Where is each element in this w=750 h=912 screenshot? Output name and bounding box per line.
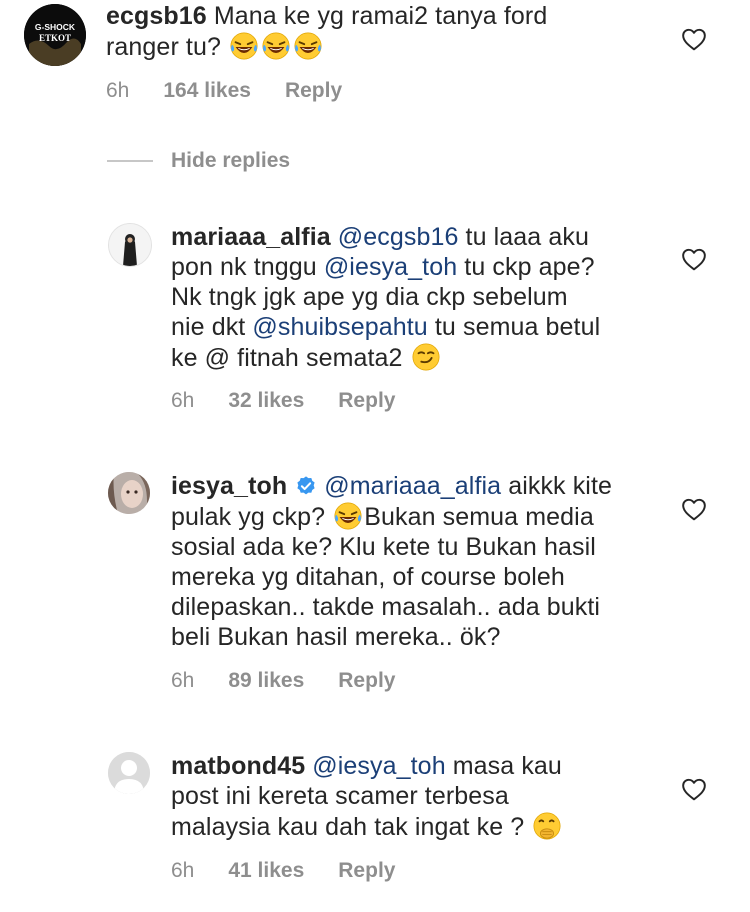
username[interactable]: ecgsb16 xyxy=(106,2,207,30)
like-heart-icon[interactable] xyxy=(681,777,707,801)
username[interactable]: iesya_toh xyxy=(171,472,287,500)
comment-text: tu laaa aku xyxy=(465,223,589,251)
comment-body: ecgsb16 Mana ke yg ramai2 tanya ford ran… xyxy=(106,1,666,62)
comment-body: matbond45 @iesya_toh masa kau post ini k… xyxy=(171,751,651,842)
like-heart-icon[interactable] xyxy=(681,27,707,51)
smirking-face-emoji-icon xyxy=(411,342,441,372)
comment-text: aikkk kite xyxy=(508,472,613,500)
face-with-hand-over-mouth-emoji-icon xyxy=(532,811,562,841)
svg-text:ETKOT: ETKOT xyxy=(39,33,71,43)
comment-text: ranger tu? xyxy=(106,33,221,61)
laughing-tears-emoji-icon xyxy=(261,31,291,61)
comment-body: mariaaa_alfia @ecgsb16 tu laaa aku pon n… xyxy=(171,222,651,373)
comment-meta: 6h 89 likes Reply xyxy=(171,669,395,693)
hide-replies-button[interactable]: Hide replies xyxy=(171,149,290,173)
mention-link[interactable]: @iesya_toh xyxy=(312,752,445,780)
comment-text: sosial ada ke? Klu kete tu Bukan hasil xyxy=(171,533,596,561)
comment-body: iesya_toh @mariaaa_alfia aikkk kite pula… xyxy=(171,471,651,652)
mention-link[interactable]: @iesya_toh xyxy=(324,253,457,281)
mention-link[interactable]: @shuibsepahtu xyxy=(252,313,427,341)
comment-text: masa kau xyxy=(452,752,562,780)
avatar-photo-icon xyxy=(108,472,150,514)
comment-text: Mana ke yg ramai2 tanya ford xyxy=(213,2,548,30)
hide-replies-divider xyxy=(107,160,153,162)
timestamp: 6h xyxy=(171,389,195,412)
avatar[interactable]: G-SHOCK ETKOT xyxy=(24,4,86,66)
reply-button[interactable]: Reply xyxy=(338,669,395,693)
reply-button[interactable]: Reply xyxy=(338,389,395,413)
avatar-person-icon xyxy=(109,224,151,266)
laughing-tears-emoji-icon xyxy=(229,31,259,61)
timestamp: 6h xyxy=(171,669,195,692)
laughing-tears-emoji-icon xyxy=(293,31,323,61)
username[interactable]: mariaaa_alfia xyxy=(171,223,331,251)
comment-text: ke @ fitnah semata2 xyxy=(171,344,403,372)
timestamp: 6h xyxy=(171,859,195,882)
comment-text: Nk tngk jgk ape yg dia ckp sebelum xyxy=(171,283,568,311)
comment-text: beli Bukan hasil mereka.. ök? xyxy=(171,623,501,651)
comment-text: tu ckp ape? xyxy=(464,253,595,281)
comment-text: pon nk tnggu xyxy=(171,253,317,281)
comment-text: malaysia kau dah tak ingat ke ? xyxy=(171,813,525,841)
like-heart-icon[interactable] xyxy=(681,247,707,271)
reply-button[interactable]: Reply xyxy=(285,79,342,103)
svg-text:G-SHOCK: G-SHOCK xyxy=(35,22,76,32)
likes-count[interactable]: 89 likes xyxy=(228,669,304,693)
comment-text: nie dkt xyxy=(171,313,246,341)
comment-text: tu semua betul xyxy=(434,313,601,341)
timestamp: 6h xyxy=(106,79,130,102)
avatar[interactable] xyxy=(108,752,150,794)
verified-badge-icon xyxy=(297,476,315,495)
likes-count[interactable]: 41 likes xyxy=(228,859,304,883)
comment-meta: 6h 164 likes Reply xyxy=(106,79,342,103)
avatar[interactable] xyxy=(108,472,150,514)
likes-count[interactable]: 164 likes xyxy=(163,79,251,103)
username[interactable]: matbond45 xyxy=(171,752,305,780)
avatar-logo-icon: G-SHOCK ETKOT xyxy=(24,4,86,66)
comment-meta: 6h 32 likes Reply xyxy=(171,389,395,413)
comment-text: dilepaskan.. takde masalah.. ada bukti xyxy=(171,593,601,621)
likes-count[interactable]: 32 likes xyxy=(228,389,304,413)
comment-text: Bukan semua media xyxy=(364,503,594,531)
mention-link[interactable]: @mariaaa_alfia xyxy=(324,472,501,500)
reply-button[interactable]: Reply xyxy=(338,859,395,883)
comment-text: post ini kereta scamer terbesa xyxy=(171,782,509,810)
like-heart-icon[interactable] xyxy=(681,497,707,521)
avatar[interactable] xyxy=(108,223,152,267)
comment-meta: 6h 41 likes Reply xyxy=(171,859,395,883)
default-avatar-icon xyxy=(108,752,150,794)
comment-text: mereka yg ditahan, of course boleh xyxy=(171,563,565,591)
laughing-tears-emoji-icon xyxy=(333,501,363,531)
comment-text: pulak yg ckp? xyxy=(171,503,326,531)
mention-link[interactable]: @ecgsb16 xyxy=(338,223,459,251)
